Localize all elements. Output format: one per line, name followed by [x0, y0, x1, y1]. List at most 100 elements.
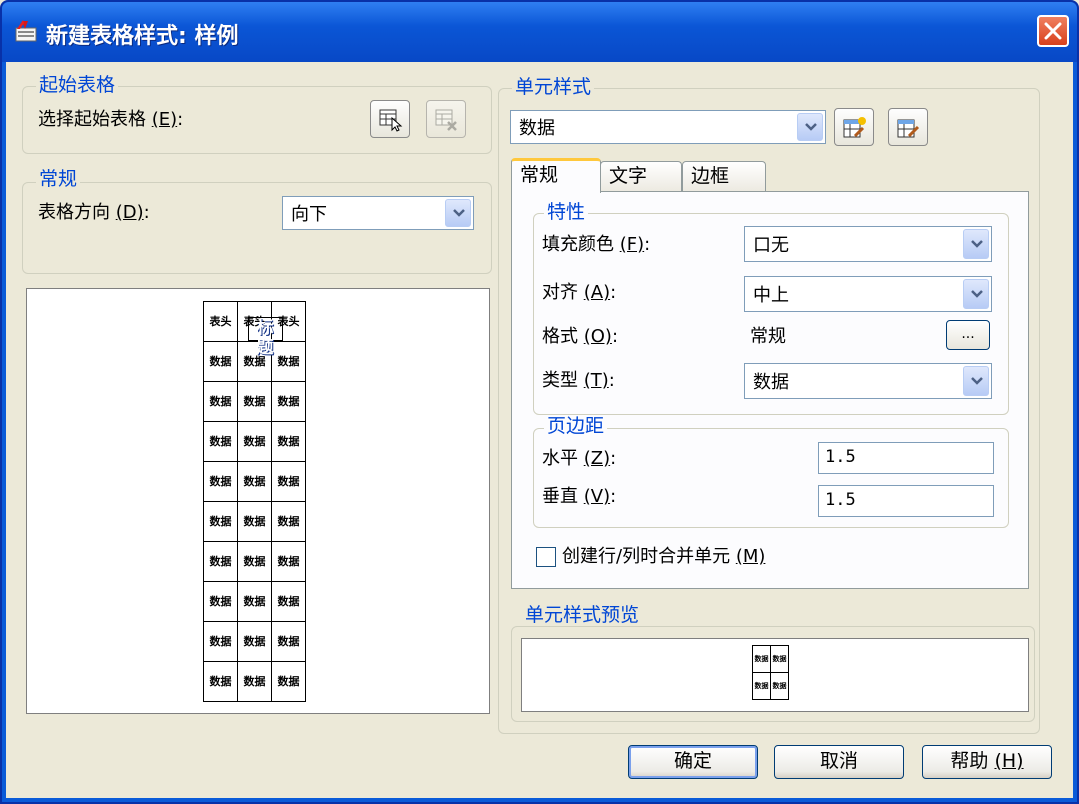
format-label: 格式 (O): — [542, 326, 619, 347]
vertical-margin-input[interactable]: 1.5 — [818, 485, 994, 517]
preview-data-cell: 数据 — [271, 381, 306, 422]
dropdown-arrow-button[interactable] — [797, 113, 823, 141]
preview-data-row: 数据 数据 数据 — [203, 421, 306, 462]
properties-group-label: 特性 — [544, 201, 589, 223]
dialog-title: 新建表格样式: 样例 — [46, 24, 239, 49]
cell-preview-cell: 数据 — [770, 672, 789, 700]
preview-data-cell: 数据 — [203, 341, 238, 382]
preview-data-cell: 数据 — [271, 501, 306, 542]
merge-cells-checkbox[interactable] — [536, 547, 556, 567]
tab-text[interactable]: 文字 — [600, 161, 682, 192]
select-start-table-label: 选择起始表格 (E): — [38, 109, 184, 130]
close-icon — [1044, 22, 1062, 40]
cell-styles-group-label: 单元样式 — [512, 76, 595, 98]
fill-color-select[interactable]: 口无 — [744, 226, 992, 262]
cell-preview-cell: 数据 — [752, 645, 771, 673]
alignment-label: 对齐 (A): — [542, 282, 617, 303]
preview-data-cell: 数据 — [203, 421, 238, 462]
preview-data-row: 数据 数据 数据 — [203, 621, 306, 662]
preview-data-cell: 数据 — [271, 541, 306, 582]
cell-preview-cell: 数据 — [770, 645, 789, 673]
dropdown-arrow-button[interactable] — [963, 279, 989, 309]
tab-panel-general: 特性 填充颜色 (F): 口无 对齐 (A): 中上 格式 (O): 常规 ..… — [511, 191, 1029, 589]
title-bar[interactable]: 新建表格样式: 样例 — [2, 2, 1077, 62]
preview-table: 标题 表头 表头 表头 数据 数据 数据 数据 数据 数据 数据 数据 数据 数据 数据 数据 数据 数据… — [203, 301, 306, 702]
table-delete-icon — [435, 109, 457, 131]
create-cell-style-button[interactable] — [834, 108, 874, 146]
dialog-window: 新建表格样式: 样例 起始表格 选择起始表格 (E): 常规 表格方向 (D):… — [0, 0, 1079, 804]
preview-data-cell: 数据 — [271, 461, 306, 502]
preview-data-row: 数据 数据 数据 — [203, 501, 306, 542]
cell-style-preview: 数据 数据 数据 数据 — [521, 638, 1029, 712]
close-button[interactable] — [1037, 15, 1069, 47]
preview-data-cell: 数据 — [237, 381, 272, 422]
preview-data-cell: 数据 — [271, 661, 306, 702]
preview-data-cell: 数据 — [237, 621, 272, 662]
merge-cells-label[interactable]: 创建行/列时合并单元 (M) — [562, 546, 765, 568]
preview-data-cell: 数据 — [203, 501, 238, 542]
preview-data-row: 数据 数据 数据 — [203, 661, 306, 702]
preview-data-cell: 数据 — [203, 381, 238, 422]
cell-preview-table: 数据 数据 数据 数据 — [752, 645, 789, 700]
preview-data-cell: 数据 — [237, 661, 272, 702]
preview-data-cell: 数据 — [203, 581, 238, 622]
vertical-margin-label: 垂直 (V): — [542, 486, 617, 507]
start-table-group-label: 起始表格 — [36, 74, 119, 96]
table-direction-label: 表格方向 (D): — [38, 202, 150, 223]
chevron-down-icon — [971, 377, 983, 385]
chevron-down-icon — [805, 123, 817, 131]
manage-cell-styles-button[interactable] — [888, 108, 928, 146]
preview-header-cell: 表头 — [203, 301, 238, 342]
preview-data-cell: 数据 — [203, 461, 238, 502]
help-button[interactable]: 帮助 (H) — [922, 745, 1052, 779]
tab-borders[interactable]: 边框 — [682, 161, 766, 192]
dropdown-arrow-button[interactable] — [963, 229, 989, 259]
alignment-select[interactable]: 中上 — [744, 276, 992, 312]
autocad-app-icon — [15, 20, 37, 42]
horizontal-margin-label: 水平 (Z): — [542, 448, 617, 469]
preview-data-row: 数据 数据 数据 — [203, 341, 306, 382]
select-start-table-button[interactable] — [370, 100, 410, 138]
remove-start-table-button[interactable] — [426, 100, 466, 138]
preview-data-cell: 数据 — [237, 421, 272, 462]
preview-data-cell: 数据 — [271, 341, 306, 382]
preview-data-row: 数据 数据 数据 — [203, 461, 306, 502]
chevron-down-icon — [453, 209, 465, 217]
preview-data-cell: 数据 — [237, 541, 272, 582]
horizontal-margin-input[interactable]: 1.5 — [818, 442, 994, 474]
preview-data-cell: 数据 — [271, 581, 306, 622]
tab-general[interactable]: 常规 — [511, 158, 601, 193]
preview-data-row: 数据 数据 数据 — [203, 381, 306, 422]
preview-data-cell: 数据 — [203, 541, 238, 582]
dropdown-arrow-button[interactable] — [445, 199, 471, 227]
preview-data-cell: 数据 — [271, 421, 306, 462]
dropdown-arrow-button[interactable] — [963, 366, 989, 396]
cell-preview-cell: 数据 — [752, 672, 771, 700]
cell-style-select[interactable]: 数据 — [510, 110, 826, 144]
general-group-label: 常规 — [36, 168, 81, 190]
chevron-down-icon — [971, 240, 983, 248]
preview-data-cell: 数据 — [203, 621, 238, 662]
table-style-preview: 标题 表头 表头 表头 数据 数据 数据 数据 数据 数据 数据 数据 数据 数据 数据 数据 数据 数据… — [26, 288, 490, 714]
ok-button[interactable]: 确定 — [628, 745, 758, 779]
table-direction-select[interactable]: 向下 — [282, 196, 474, 230]
preview-data-cell: 数据 — [237, 501, 272, 542]
preview-data-row: 数据 数据 数据 — [203, 541, 306, 582]
preview-data-cell: 数据 — [237, 581, 272, 622]
dialog-client-area: 起始表格 选择起始表格 (E): 常规 表格方向 (D): 向下 标题 表头 表… — [6, 62, 1073, 798]
preview-data-cell: 数据 — [203, 661, 238, 702]
chevron-down-icon — [971, 290, 983, 298]
new-cell-style-icon — [843, 117, 866, 138]
cancel-button[interactable]: 取消 — [774, 745, 904, 779]
preview-data-cell: 数据 — [271, 621, 306, 662]
preview-title-cell: 标题 — [247, 317, 283, 358]
fill-color-label: 填充颜色 (F): — [542, 234, 651, 255]
manage-cell-style-icon — [897, 119, 920, 138]
format-browse-button[interactable]: ... — [946, 320, 990, 350]
format-value: 常规 — [750, 326, 786, 347]
table-select-icon — [379, 109, 403, 132]
preview-data-rows: 数据 数据 数据 数据 数据 数据 数据 数据 数据 数据 数据 数据 数据 数据 数据 数据 数据 数据 数据 数据… — [203, 341, 306, 702]
type-select[interactable]: 数据 — [744, 363, 992, 399]
preview-data-row: 数据 数据 数据 — [203, 581, 306, 622]
preview-data-cell: 数据 — [237, 461, 272, 502]
